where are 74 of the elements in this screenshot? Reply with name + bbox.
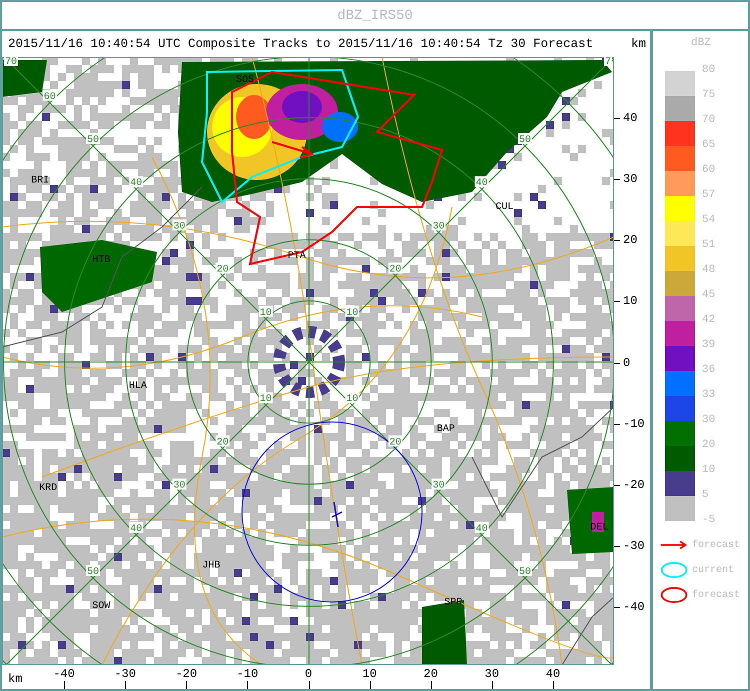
range-label: 50 (86, 565, 100, 578)
legend-value-label: 39 (702, 340, 716, 351)
station-label: HLA (128, 381, 147, 392)
legend-value-label: 10 (702, 465, 716, 476)
range-label: 40 (129, 522, 144, 535)
legend-value-label: 30 (702, 415, 716, 426)
legend-value-label: 45 (702, 290, 716, 301)
range-label: 40 (129, 176, 144, 190)
axis-tick-label: 10 (362, 668, 377, 680)
axis-tick-label: -20 (623, 478, 645, 491)
axis-tick-label: 30 (623, 173, 638, 186)
range-label: 7 (604, 57, 612, 68)
legend-value-label: 48 (702, 265, 716, 276)
legend-title: dBZ (691, 37, 711, 49)
range-label: 50 (518, 132, 532, 146)
range-label: 20 (216, 262, 230, 276)
range-label: 20 (388, 262, 402, 276)
legend-value-label: 51 (702, 240, 716, 251)
range-label: 10 (258, 392, 273, 406)
axis-tick-label: 20 (424, 668, 438, 680)
forecast-arrow (271, 141, 314, 159)
station-label: JHB (202, 560, 220, 572)
axis-unit-label: km (630, 37, 646, 51)
legend-value-label: 70 (702, 115, 716, 126)
axis-tick-label: 30 (484, 668, 500, 680)
axis-tick-label: -40 (53, 668, 75, 680)
storm-track-mark (331, 501, 343, 528)
legend-value-label: 36 (702, 365, 716, 376)
range-label: 10 (345, 392, 360, 406)
station-label: SOW (92, 600, 110, 612)
axis-tick-label: 40 (623, 112, 638, 124)
axis-tick-label: -10 (236, 668, 258, 680)
station-label: KRD (39, 483, 58, 494)
range-label: 30 (432, 219, 446, 232)
axis-unit-label: km (8, 673, 22, 685)
header-text: 2015/11/16 10:40:54 UTC Composite Tracks to 2015/11/16 10:40:54 Tz 30 Forecast (8, 37, 594, 51)
legend-value-label: 54 (702, 215, 716, 226)
legend-value-label: 33 (702, 390, 716, 401)
station-label: HTB (92, 255, 110, 266)
range-label: 50 (518, 565, 532, 578)
axis-tick-label: 20 (623, 234, 638, 246)
axis-tick-label: -10 (623, 418, 645, 430)
range-label: 40 (474, 176, 489, 190)
station-label: BRI (31, 176, 50, 187)
ellipse-icon (659, 585, 689, 605)
axis-tick-label: -20 (175, 668, 198, 680)
legend-value-label: 60 (702, 165, 716, 176)
axis-tick-label: 40 (546, 668, 560, 680)
window-title: dBZ_IRS50 (2, 2, 748, 31)
ellipse-icon (659, 560, 689, 580)
range-label: 20 (216, 435, 230, 448)
legend-key-label: forecast (692, 590, 740, 601)
axis-tick-label: -30 (114, 668, 136, 680)
legend-value-label: 5 (702, 490, 709, 501)
axis-tick-label: 0 (623, 356, 630, 368)
axis-tick-label: 10 (623, 295, 638, 308)
legend-value-label: 80 (702, 65, 716, 76)
range-label: 10 (345, 306, 360, 319)
legend-value-label: 42 (702, 315, 716, 326)
range-label: 30 (172, 478, 186, 492)
legend-value-label: 57 (702, 190, 716, 201)
legend-value-label: 20 (702, 440, 716, 451)
range-label: 30 (432, 478, 446, 492)
axis-tick-label: -30 (623, 540, 645, 552)
legend-value-label: 75 (702, 90, 716, 101)
range-label: 70 (4, 57, 18, 68)
legend-key-label: forecast (692, 540, 740, 551)
legend-value-label: -5 (702, 515, 716, 526)
legend-value-label: 65 (702, 140, 716, 151)
legend-key-label: current (692, 565, 734, 576)
axis-tick-label: -40 (623, 601, 645, 613)
station-label: SOS (236, 74, 254, 86)
station-label: BAP (436, 424, 455, 435)
axis-tick-label: 0 (304, 668, 312, 680)
